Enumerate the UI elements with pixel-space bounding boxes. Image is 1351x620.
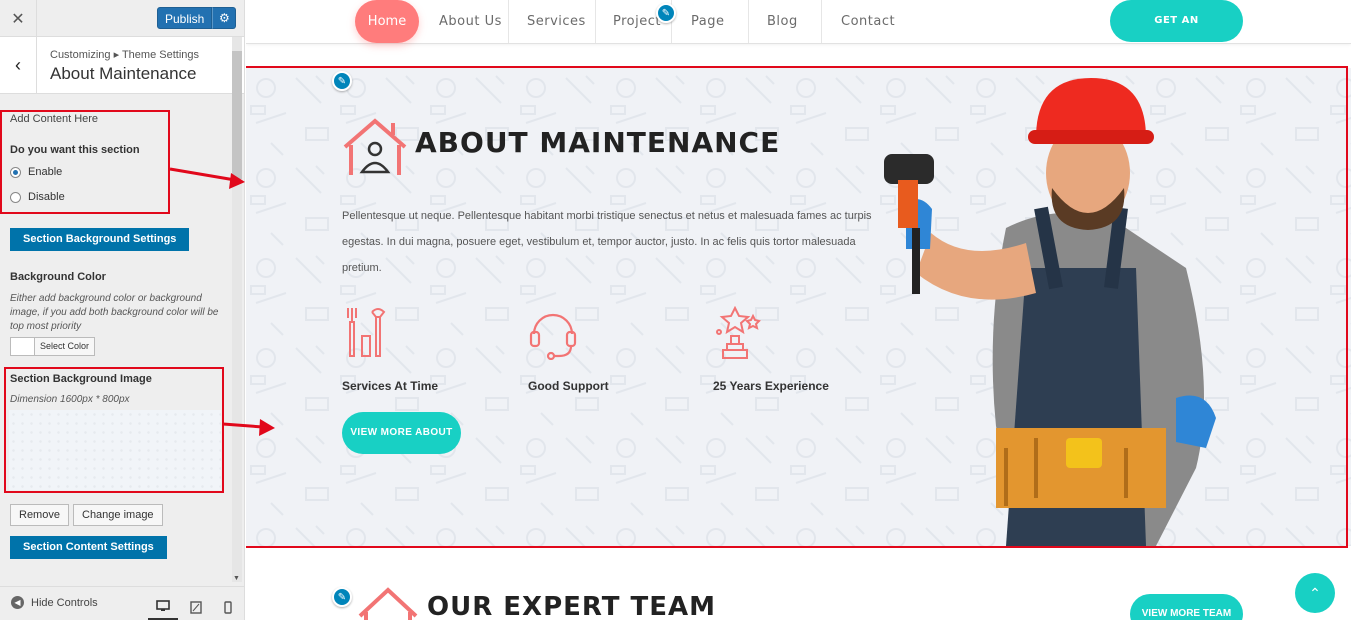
- bg-settings-button[interactable]: Section Background Settings: [10, 228, 190, 251]
- change-image-button[interactable]: Change image: [73, 504, 163, 526]
- back-arrow-icon[interactable]: ‹: [0, 37, 37, 94]
- collapse-arrow-icon: ◀: [11, 596, 24, 609]
- view-more-team-button[interactable]: VIEW MORE TEAM: [1130, 594, 1243, 620]
- annotation-arrows: [169, 167, 275, 436]
- hide-controls-button[interactable]: ◀ Hide Controls: [11, 596, 98, 609]
- publish-button[interactable]: Publish: [157, 7, 213, 29]
- nav-services[interactable]: Services: [527, 0, 586, 43]
- desktop-preview-icon[interactable]: [148, 594, 178, 620]
- panel-header: ‹ Customizing ▸ Theme Settings About Mai…: [0, 37, 244, 94]
- edit-team-pencil-icon[interactable]: ✎: [332, 587, 352, 607]
- gear-icon[interactable]: ⚙: [212, 7, 237, 29]
- scroll-to-top-icon[interactable]: ⌃: [1295, 573, 1335, 613]
- scroll-down-arrow-icon[interactable]: ▼: [233, 575, 240, 582]
- breadcrumb: Customizing ▸ Theme Settings: [50, 49, 199, 61]
- hide-controls-label: Hide Controls: [31, 596, 98, 609]
- nav-project[interactable]: Project: [613, 0, 661, 43]
- customizer-footer: ◀ Hide Controls: [0, 586, 244, 620]
- tablet-preview-icon[interactable]: [181, 594, 211, 620]
- site-navbar: Home About Us Services Project Page Blog…: [246, 0, 1351, 68]
- content-settings-button[interactable]: Section Content Settings: [10, 536, 167, 559]
- nav-divider: [595, 0, 596, 43]
- nav-blog[interactable]: Blog: [767, 0, 798, 43]
- bg-color-label: Background Color: [10, 271, 106, 283]
- customizer-header-bar: ✕ Publish ⚙: [0, 0, 244, 37]
- team-heading: OUR EXPERT TEAM: [427, 592, 717, 620]
- site-preview: Home About Us Services Project Page Blog…: [246, 0, 1351, 620]
- nav-divider: [821, 0, 822, 43]
- mobile-preview-icon[interactable]: [213, 594, 243, 620]
- nav-home[interactable]: Home: [355, 0, 419, 43]
- nav-divider: [508, 0, 509, 43]
- color-swatch[interactable]: [11, 338, 35, 355]
- nav-contact[interactable]: Contact: [841, 0, 895, 43]
- appointment-button[interactable]: GET AN APPOINTMENT: [1110, 0, 1243, 68]
- house-icon: [358, 587, 418, 620]
- annotation-box-toggle: [0, 110, 170, 214]
- annotation-box-about: [246, 66, 1348, 548]
- edit-menu-pencil-icon[interactable]: ✎: [656, 3, 676, 23]
- select-color-label[interactable]: Select Color: [35, 338, 94, 355]
- nav-page[interactable]: Page: [691, 0, 724, 43]
- nav-about-us[interactable]: About Us: [439, 0, 502, 43]
- close-icon[interactable]: ✕: [0, 0, 37, 37]
- panel-title: About Maintenance: [50, 64, 197, 83]
- publish-group: Publish ⚙: [157, 7, 237, 29]
- color-picker-button[interactable]: Select Color: [10, 337, 96, 356]
- remove-image-button[interactable]: Remove: [10, 504, 69, 526]
- edit-section-pencil-icon[interactable]: ✎: [332, 71, 352, 91]
- nav-divider: [748, 0, 749, 43]
